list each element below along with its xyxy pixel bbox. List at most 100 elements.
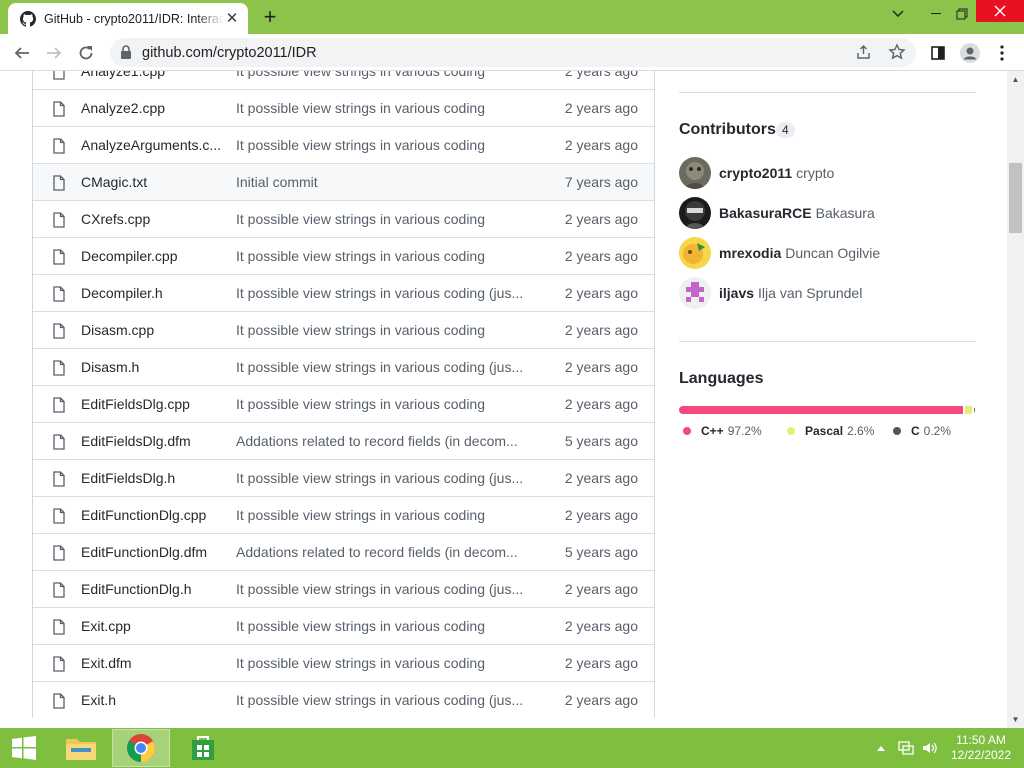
back-button[interactable] xyxy=(8,39,36,67)
file-name-link[interactable]: Decompiler.h xyxy=(81,285,163,301)
file-row[interactable]: Disasm.h It possible view strings in vari… xyxy=(33,348,654,385)
new-tab-button[interactable]: + xyxy=(258,6,282,30)
volume-icon[interactable] xyxy=(922,740,938,756)
commit-message-link[interactable]: It possible view strings in various codi… xyxy=(236,322,485,338)
page-scrollbar[interactable]: ▲ ▼ xyxy=(1007,71,1024,728)
language-item[interactable]: C++ 97.2% xyxy=(683,424,762,438)
file-name-link[interactable]: Disasm.h xyxy=(81,359,139,375)
system-tray xyxy=(870,728,950,768)
browser-tab[interactable]: GitHub - crypto2011/IDR: Interactive Del… xyxy=(8,3,248,34)
commit-message-link[interactable]: It possible view strings in various codi… xyxy=(236,359,523,375)
file-name-link[interactable]: CXrefs.cpp xyxy=(81,211,150,227)
start-button[interactable] xyxy=(0,728,48,768)
commit-message-link[interactable]: It possible view strings in various codi… xyxy=(236,248,485,264)
commit-message-link[interactable]: It possible view strings in various codi… xyxy=(236,507,485,523)
avatar[interactable] xyxy=(679,277,711,309)
file-name-link[interactable]: Decompiler.cpp xyxy=(81,248,178,264)
scrollbar-thumb[interactable] xyxy=(1009,163,1022,233)
commit-message-link[interactable]: It possible view strings in various codi… xyxy=(236,618,485,634)
commit-age: 2 years ago xyxy=(564,618,638,634)
close-window-button[interactable] xyxy=(976,0,1024,22)
taskbar-chrome[interactable] xyxy=(112,729,170,767)
taskbar-file-explorer[interactable] xyxy=(52,729,110,767)
contributors-heading[interactable]: Contributors xyxy=(679,121,776,139)
file-row[interactable]: Analyze2.cpp It possible view strings in … xyxy=(33,89,654,126)
file-row[interactable]: EditFieldsDlg.dfm Addations related to re… xyxy=(33,422,654,459)
file-row[interactable]: EditFunctionDlg.cpp It possible view stri… xyxy=(33,496,654,533)
contributor-item[interactable]: mrexodia Duncan Ogilvie xyxy=(679,237,976,269)
avatar[interactable] xyxy=(679,237,711,269)
taskbar-store[interactable] xyxy=(174,729,232,767)
avatar[interactable] xyxy=(679,197,711,229)
file-row[interactable]: AnalyzeArguments.c... It possible view st… xyxy=(33,126,654,163)
commit-message-link[interactable]: Addations related to record fields (in d… xyxy=(236,544,518,560)
scroll-up-arrow-icon[interactable]: ▲ xyxy=(1007,71,1024,88)
file-name-link[interactable]: EditFieldsDlg.cpp xyxy=(81,396,190,412)
file-name-link[interactable]: AnalyzeArguments.c... xyxy=(81,137,221,153)
file-name-link[interactable]: EditFunctionDlg.h xyxy=(81,581,192,597)
network-icon[interactable] xyxy=(898,740,914,756)
share-icon[interactable] xyxy=(856,44,872,60)
avatar[interactable] xyxy=(679,157,711,189)
commit-message-link[interactable]: It possible view strings in various codi… xyxy=(236,692,523,708)
commit-message-link[interactable]: It possible view strings in various codi… xyxy=(236,396,485,412)
file-name-link[interactable]: Disasm.cpp xyxy=(81,322,154,338)
file-row[interactable]: CMagic.txt Initial commit 7 years ago xyxy=(33,163,654,200)
contributor-login[interactable]: BakasuraRCE xyxy=(719,205,812,221)
forward-button[interactable] xyxy=(40,39,68,67)
chrome-menu-button[interactable] xyxy=(988,39,1016,67)
bookmark-star-icon[interactable] xyxy=(888,43,906,61)
file-name-link[interactable]: Exit.cpp xyxy=(81,618,131,634)
taskbar-clock[interactable]: 11:50 AM 12/22/2022 xyxy=(948,733,1014,763)
file-name-link[interactable]: EditFunctionDlg.dfm xyxy=(81,544,207,560)
commit-message-link[interactable]: It possible view strings in various codi… xyxy=(236,285,523,301)
file-name-link[interactable]: EditFunctionDlg.cpp xyxy=(81,507,206,523)
file-row[interactable]: Exit.h It possible view strings in variou… xyxy=(33,681,654,718)
commit-message-link[interactable]: Initial commit xyxy=(236,174,318,190)
file-name-link[interactable]: EditFieldsDlg.dfm xyxy=(81,433,191,449)
file-row[interactable]: EditFieldsDlg.cpp It possible view string… xyxy=(33,385,654,422)
contributor-item[interactable]: iljavs Ilja van Sprundel xyxy=(679,277,976,309)
commit-message-link[interactable]: It possible view strings in various codi… xyxy=(236,470,523,486)
reload-button[interactable] xyxy=(72,39,100,67)
contributor-login[interactable]: crypto2011 xyxy=(719,165,792,181)
sidebar-divider xyxy=(679,341,976,342)
languages-heading: Languages xyxy=(679,370,764,387)
contributor-login[interactable]: mrexodia xyxy=(719,245,781,261)
show-hidden-icons-icon[interactable] xyxy=(876,744,886,752)
commit-message-link[interactable]: It possible view strings in various codi… xyxy=(236,581,523,597)
commit-message-link[interactable]: It possible view strings in various codi… xyxy=(236,71,485,79)
language-item[interactable]: Pascal 2.6% xyxy=(787,424,874,438)
commit-message-link[interactable]: Addations related to record fields (in d… xyxy=(236,433,518,449)
commit-message-link[interactable]: It possible view strings in various codi… xyxy=(236,211,485,227)
contributor-item[interactable]: crypto2011 crypto xyxy=(679,157,976,189)
file-row[interactable]: Disasm.cpp It possible view strings in va… xyxy=(33,311,654,348)
address-bar[interactable]: github.com/crypto2011/IDR xyxy=(110,38,916,67)
language-item[interactable]: C 0.2% xyxy=(893,424,951,438)
commit-message-link[interactable]: It possible view strings in various codi… xyxy=(236,655,485,671)
profile-button[interactable] xyxy=(956,39,984,67)
contributor-item[interactable]: BakasuraRCE Bakasura xyxy=(679,197,976,229)
file-row[interactable]: Decompiler.h It possible view strings in … xyxy=(33,274,654,311)
file-row[interactable]: EditFunctionDlg.dfm Addations related to … xyxy=(33,533,654,570)
file-row[interactable]: EditFieldsDlg.h It possible view strings … xyxy=(33,459,654,496)
file-row[interactable]: EditFunctionDlg.h It possible view string… xyxy=(33,570,654,607)
commit-message-link[interactable]: It possible view strings in various codi… xyxy=(236,100,485,116)
file-icon xyxy=(52,434,66,453)
file-name-link[interactable]: EditFieldsDlg.h xyxy=(81,470,175,486)
file-row[interactable]: Decompiler.cpp It possible view strings i… xyxy=(33,237,654,274)
file-name-link[interactable]: Exit.h xyxy=(81,692,116,708)
scroll-down-arrow-icon[interactable]: ▼ xyxy=(1007,711,1024,728)
file-name-link[interactable]: Analyze2.cpp xyxy=(81,100,165,116)
file-name-link[interactable]: CMagic.txt xyxy=(81,174,147,190)
tab-close-icon[interactable]: ✕ xyxy=(224,10,240,27)
commit-message-link[interactable]: It possible view strings in various codi… xyxy=(236,137,485,153)
contributor-login[interactable]: iljavs xyxy=(719,285,754,301)
file-name-link[interactable]: Exit.dfm xyxy=(81,655,132,671)
file-row[interactable]: Exit.cpp It possible view strings in vari… xyxy=(33,607,654,644)
file-name-link[interactable]: Analyze1.cpp xyxy=(81,71,165,79)
file-row[interactable]: Analyze1.cpp It possible view strings in … xyxy=(33,71,654,89)
side-panel-button[interactable] xyxy=(924,39,952,67)
file-row[interactable]: Exit.dfm It possible view strings in vari… xyxy=(33,644,654,681)
file-row[interactable]: CXrefs.cpp It possible view strings in va… xyxy=(33,200,654,237)
